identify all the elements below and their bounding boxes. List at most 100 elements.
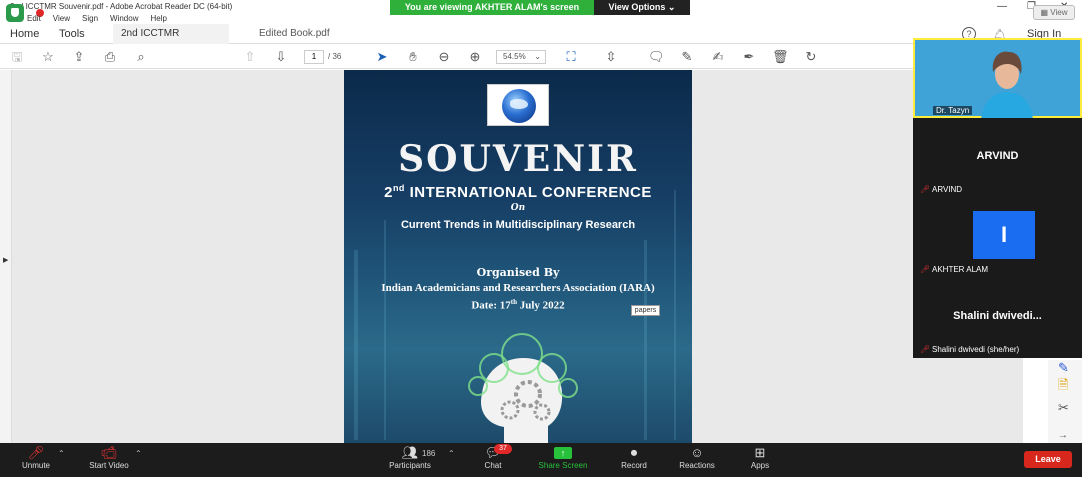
video-options-caret-icon[interactable]: ⌃	[135, 449, 142, 458]
participant-display-name: Shalini dwivedi...	[953, 310, 1042, 322]
decor-streak	[384, 220, 386, 440]
highlight-pen-icon[interactable]: ✎	[679, 49, 695, 65]
menu-sign[interactable]: Sign	[82, 14, 98, 23]
export-pdf-icon[interactable]: 🗎︎	[1058, 376, 1068, 398]
minimize-icon[interactable]: —	[997, 1, 1007, 12]
apps-label: Apps	[750, 461, 770, 470]
muted-mic-icon: 🎤︎	[920, 185, 931, 194]
acrobat-tools-rail: ✎ 🗎︎ ✂︎ →	[1048, 360, 1082, 443]
page-number-input[interactable]: 1	[304, 50, 324, 64]
date-suffix: July 2022	[516, 299, 565, 312]
menu-help[interactable]: Help	[150, 14, 166, 23]
video-tile[interactable]: I 🎤︎ AKHTER ALAM	[913, 198, 1082, 278]
conference-number: 2	[384, 184, 393, 201]
page-total: / 36	[328, 52, 342, 61]
print-icon[interactable]: ⎙	[102, 49, 118, 65]
chevron-down-icon: ⌄	[667, 2, 676, 12]
draw-icon[interactable]: ✍︎	[710, 49, 726, 65]
participants-caret-icon[interactable]: ⌃	[448, 449, 455, 458]
video-off-icon: 📹︎	[100, 445, 118, 460]
participant-name: AKHTER ALAM	[932, 265, 989, 274]
fill-sign-icon[interactable]: ✒︎	[741, 49, 757, 65]
conference-theme: Current Trends in Multidisciplinary Rese…	[400, 219, 636, 231]
share-screen-icon: ↑	[554, 447, 572, 459]
record-label: Record	[621, 461, 647, 470]
apps-button[interactable]: ⊞ Apps	[746, 445, 774, 470]
tools-tab[interactable]: Tools	[59, 28, 85, 40]
organize-icon[interactable]: ✂︎	[1058, 400, 1069, 416]
menu-view[interactable]: View	[53, 14, 70, 23]
muted-mic-icon: 🎤︎	[920, 265, 931, 274]
menu-edit[interactable]: Edit	[27, 14, 41, 23]
globe-land	[510, 99, 528, 109]
video-tile-active-speaker[interactable]: Dr. Tazyn	[913, 38, 1082, 120]
comment-icon[interactable]: 🗨︎	[648, 49, 665, 65]
zoom-level-select[interactable]: 54.5% ⌄	[496, 50, 546, 64]
previous-page-icon[interactable]: ⇧	[242, 49, 258, 65]
conference-globe-logo	[487, 84, 549, 126]
scroll-mode-icon[interactable]: ⇳	[603, 49, 619, 65]
upload-cloud-icon[interactable]: ⇪	[71, 49, 87, 65]
leave-button[interactable]: Leave	[1024, 451, 1072, 468]
reactions-smile-icon: ☺	[690, 445, 704, 460]
participant-name: Dr. Tazyn	[933, 106, 973, 115]
menu-window[interactable]: Window	[110, 14, 138, 23]
participant-name: ARVIND	[932, 185, 963, 194]
conference-ordinal: nd	[392, 183, 405, 193]
brain-gears-illustration	[468, 333, 578, 443]
meeting-controls-bar: 🎤︎ Unmute ⌃ 📹︎ Start Video ⌃ 👥︎ Particip…	[0, 443, 1082, 477]
zoom-in-icon[interactable]: ⊕	[467, 49, 483, 65]
reactions-label: Reactions	[679, 461, 715, 470]
chevron-down-icon: ⌄	[534, 52, 541, 61]
collapse-rail-icon[interactable]: →	[1058, 430, 1068, 441]
screen-share-banner: You are viewing AKHTER ALAM's screen Vie…	[390, 0, 690, 15]
left-panel-toggle[interactable]: ▶	[0, 70, 12, 443]
souvenir-title: SOUVENIR	[398, 138, 638, 180]
date-prefix: Date: 17	[471, 299, 511, 312]
delete-icon[interactable]: 🗑︎	[772, 49, 789, 65]
apps-icon: ⊞	[754, 445, 766, 460]
home-tab[interactable]: Home	[10, 28, 39, 40]
conference-heading: 2nd INTERNATIONAL CONFERENCE	[344, 183, 692, 201]
view-label: View	[1050, 8, 1068, 17]
participant-avatar: I	[973, 211, 1035, 259]
start-video-button[interactable]: 📹︎ Start Video	[84, 445, 134, 470]
edit-pdf-icon[interactable]: ✎	[1058, 360, 1069, 376]
pdf-page[interactable]: SOUVENIR 2nd INTERNATIONAL CONFERENCE On…	[344, 70, 692, 443]
zoom-view-button[interactable]: ▦ View	[1033, 5, 1075, 20]
organiser-name: Indian Academicians and Researchers Asso…	[381, 282, 655, 294]
expand-left-panel-icon[interactable]: ▶	[3, 256, 8, 264]
muted-mic-icon: 🎤︎	[920, 345, 931, 354]
start-video-label: Start Video	[89, 461, 129, 470]
participant-name: Shalini dwivedi (she/her)	[932, 345, 1020, 354]
video-tile[interactable]: ARVIND 🎤︎ ARVIND	[913, 118, 1082, 198]
tab-souvenir-pdf[interactable]: 2nd ICCTMR Souve...×	[113, 24, 229, 59]
video-tile[interactable]: Shalini dwivedi... 🎤︎ Shalini dwivedi (s…	[913, 278, 1082, 358]
tab-label: Edited Book.pdf	[259, 28, 330, 39]
participant-display-name: ARVIND	[976, 150, 1019, 162]
zoom-level: 54.5%	[503, 52, 526, 61]
fit-page-icon[interactable]: ⛶	[563, 49, 579, 65]
conference-name: INTERNATIONAL CONFERENCE	[409, 184, 652, 201]
select-cursor-icon[interactable]: ➤	[374, 49, 390, 65]
record-button[interactable]: ⏺ Record	[616, 445, 652, 470]
tab-edited-book[interactable]: Edited Book.pdf	[251, 24, 338, 44]
save-icon[interactable]: 🖫︎	[9, 49, 25, 65]
unmute-label: Unmute	[21, 461, 50, 470]
reactions-button[interactable]: ☺ Reactions	[674, 445, 720, 470]
menu-bar: Edit View Sign Window Help	[27, 14, 167, 23]
view-options-button[interactable]: View Options ⌄	[594, 0, 690, 15]
search-zoom-icon[interactable]: ⌕	[133, 49, 149, 65]
unmute-button[interactable]: 🎤︎ Unmute	[16, 445, 56, 470]
audio-options-caret-icon[interactable]: ⌃	[58, 449, 65, 458]
grid-icon: ▦	[1040, 8, 1049, 17]
screen: 2nd ICCTMR Souvenir.pdf - Adobe Acrobat …	[0, 0, 1082, 477]
zoom-out-icon[interactable]: ⊖	[436, 49, 452, 65]
participants-label: Participants	[389, 461, 431, 470]
share-screen-label: Share Screen	[538, 461, 588, 470]
hand-tool-icon[interactable]: ✋︎	[405, 49, 421, 65]
rotate-icon[interactable]: ↻	[803, 49, 819, 65]
next-page-icon[interactable]: ⇩	[273, 49, 289, 65]
share-screen-button[interactable]: ↑ Share Screen	[532, 445, 594, 470]
bookmark-star-icon[interactable]: ☆	[40, 49, 56, 65]
